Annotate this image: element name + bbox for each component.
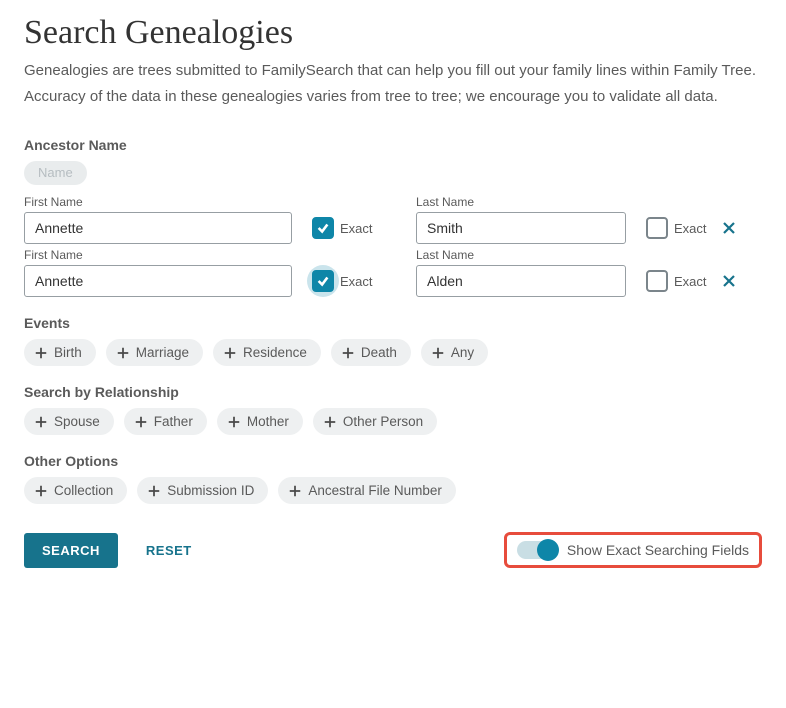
chip-label: Spouse bbox=[54, 414, 100, 429]
other-options-section-label: Other Options bbox=[24, 453, 762, 469]
toggle-knob bbox=[537, 539, 559, 561]
exact-label: Exact bbox=[674, 221, 707, 236]
chip-label: Collection bbox=[54, 483, 113, 498]
exact-label: Exact bbox=[340, 274, 373, 289]
chip-label: Mother bbox=[247, 414, 289, 429]
chip-any[interactable]: Any bbox=[421, 339, 488, 366]
reset-button[interactable]: RESET bbox=[140, 542, 198, 559]
plus-icon bbox=[134, 415, 148, 429]
last-name-input[interactable] bbox=[416, 212, 626, 244]
relationship-chip-row: Spouse Father Mother Other Person bbox=[24, 408, 762, 435]
plus-icon bbox=[227, 415, 241, 429]
first-name-input[interactable] bbox=[24, 212, 292, 244]
ancestor-row: First Name Exact Last Name Exact bbox=[24, 195, 762, 244]
remove-row-button[interactable] bbox=[716, 268, 742, 294]
chip-label: Submission ID bbox=[167, 483, 254, 498]
plus-icon bbox=[288, 484, 302, 498]
relationship-section-label: Search by Relationship bbox=[24, 384, 762, 400]
chip-label: Father bbox=[154, 414, 193, 429]
chip-birth[interactable]: Birth bbox=[24, 339, 96, 366]
name-chip: Name bbox=[24, 161, 87, 185]
close-icon bbox=[721, 273, 737, 289]
last-name-input[interactable] bbox=[416, 265, 626, 297]
chip-label: Any bbox=[451, 345, 474, 360]
last-name-exact-checkbox[interactable] bbox=[646, 217, 668, 239]
remove-row-button[interactable] bbox=[716, 215, 742, 241]
chip-father[interactable]: Father bbox=[124, 408, 207, 435]
chip-label: Marriage bbox=[136, 345, 189, 360]
first-name-label: First Name bbox=[24, 248, 292, 262]
page-description: Genealogies are trees submitted to Famil… bbox=[24, 58, 762, 109]
last-name-label: Last Name bbox=[416, 195, 626, 209]
chip-residence[interactable]: Residence bbox=[213, 339, 321, 366]
plus-icon bbox=[34, 484, 48, 498]
show-exact-searching-toggle[interactable] bbox=[517, 541, 557, 559]
plus-icon bbox=[116, 346, 130, 360]
plus-icon bbox=[431, 346, 445, 360]
ancestor-row: First Name Exact Last Name Exact bbox=[24, 248, 762, 297]
plus-icon bbox=[223, 346, 237, 360]
search-button[interactable]: SEARCH bbox=[24, 533, 118, 568]
last-name-label: Last Name bbox=[416, 248, 626, 262]
first-name-label: First Name bbox=[24, 195, 292, 209]
other-options-chip-row: Collection Submission ID Ancestral File Nu… bbox=[24, 477, 762, 504]
plus-icon bbox=[147, 484, 161, 498]
chip-other-person[interactable]: Other Person bbox=[313, 408, 437, 435]
chip-label: Birth bbox=[54, 345, 82, 360]
chip-death[interactable]: Death bbox=[331, 339, 411, 366]
chip-mother[interactable]: Mother bbox=[217, 408, 303, 435]
last-name-exact-checkbox[interactable] bbox=[646, 270, 668, 292]
chip-collection[interactable]: Collection bbox=[24, 477, 127, 504]
footer-row: SEARCH RESET Show Exact Searching Fields bbox=[24, 532, 762, 568]
first-name-exact-checkbox[interactable] bbox=[312, 270, 334, 292]
plus-icon bbox=[34, 415, 48, 429]
first-name-exact-checkbox[interactable] bbox=[312, 217, 334, 239]
chip-marriage[interactable]: Marriage bbox=[106, 339, 203, 366]
chip-submission-id[interactable]: Submission ID bbox=[137, 477, 268, 504]
events-chip-row: Birth Marriage Residence Death Any bbox=[24, 339, 762, 366]
exact-label: Exact bbox=[674, 274, 707, 289]
chip-spouse[interactable]: Spouse bbox=[24, 408, 114, 435]
chip-label: Other Person bbox=[343, 414, 423, 429]
plus-icon bbox=[323, 415, 337, 429]
first-name-input[interactable] bbox=[24, 265, 292, 297]
ancestor-section-label: Ancestor Name bbox=[24, 137, 762, 153]
chip-label: Death bbox=[361, 345, 397, 360]
plus-icon bbox=[341, 346, 355, 360]
exact-searching-toggle-highlight: Show Exact Searching Fields bbox=[504, 532, 762, 568]
chip-label: Residence bbox=[243, 345, 307, 360]
chip-label: Ancestral File Number bbox=[308, 483, 442, 498]
toggle-label: Show Exact Searching Fields bbox=[567, 542, 749, 558]
page-title: Search Genealogies bbox=[24, 14, 762, 52]
chip-ancestral-file-number[interactable]: Ancestral File Number bbox=[278, 477, 456, 504]
exact-label: Exact bbox=[340, 221, 373, 236]
close-icon bbox=[721, 220, 737, 236]
plus-icon bbox=[34, 346, 48, 360]
events-section-label: Events bbox=[24, 315, 762, 331]
